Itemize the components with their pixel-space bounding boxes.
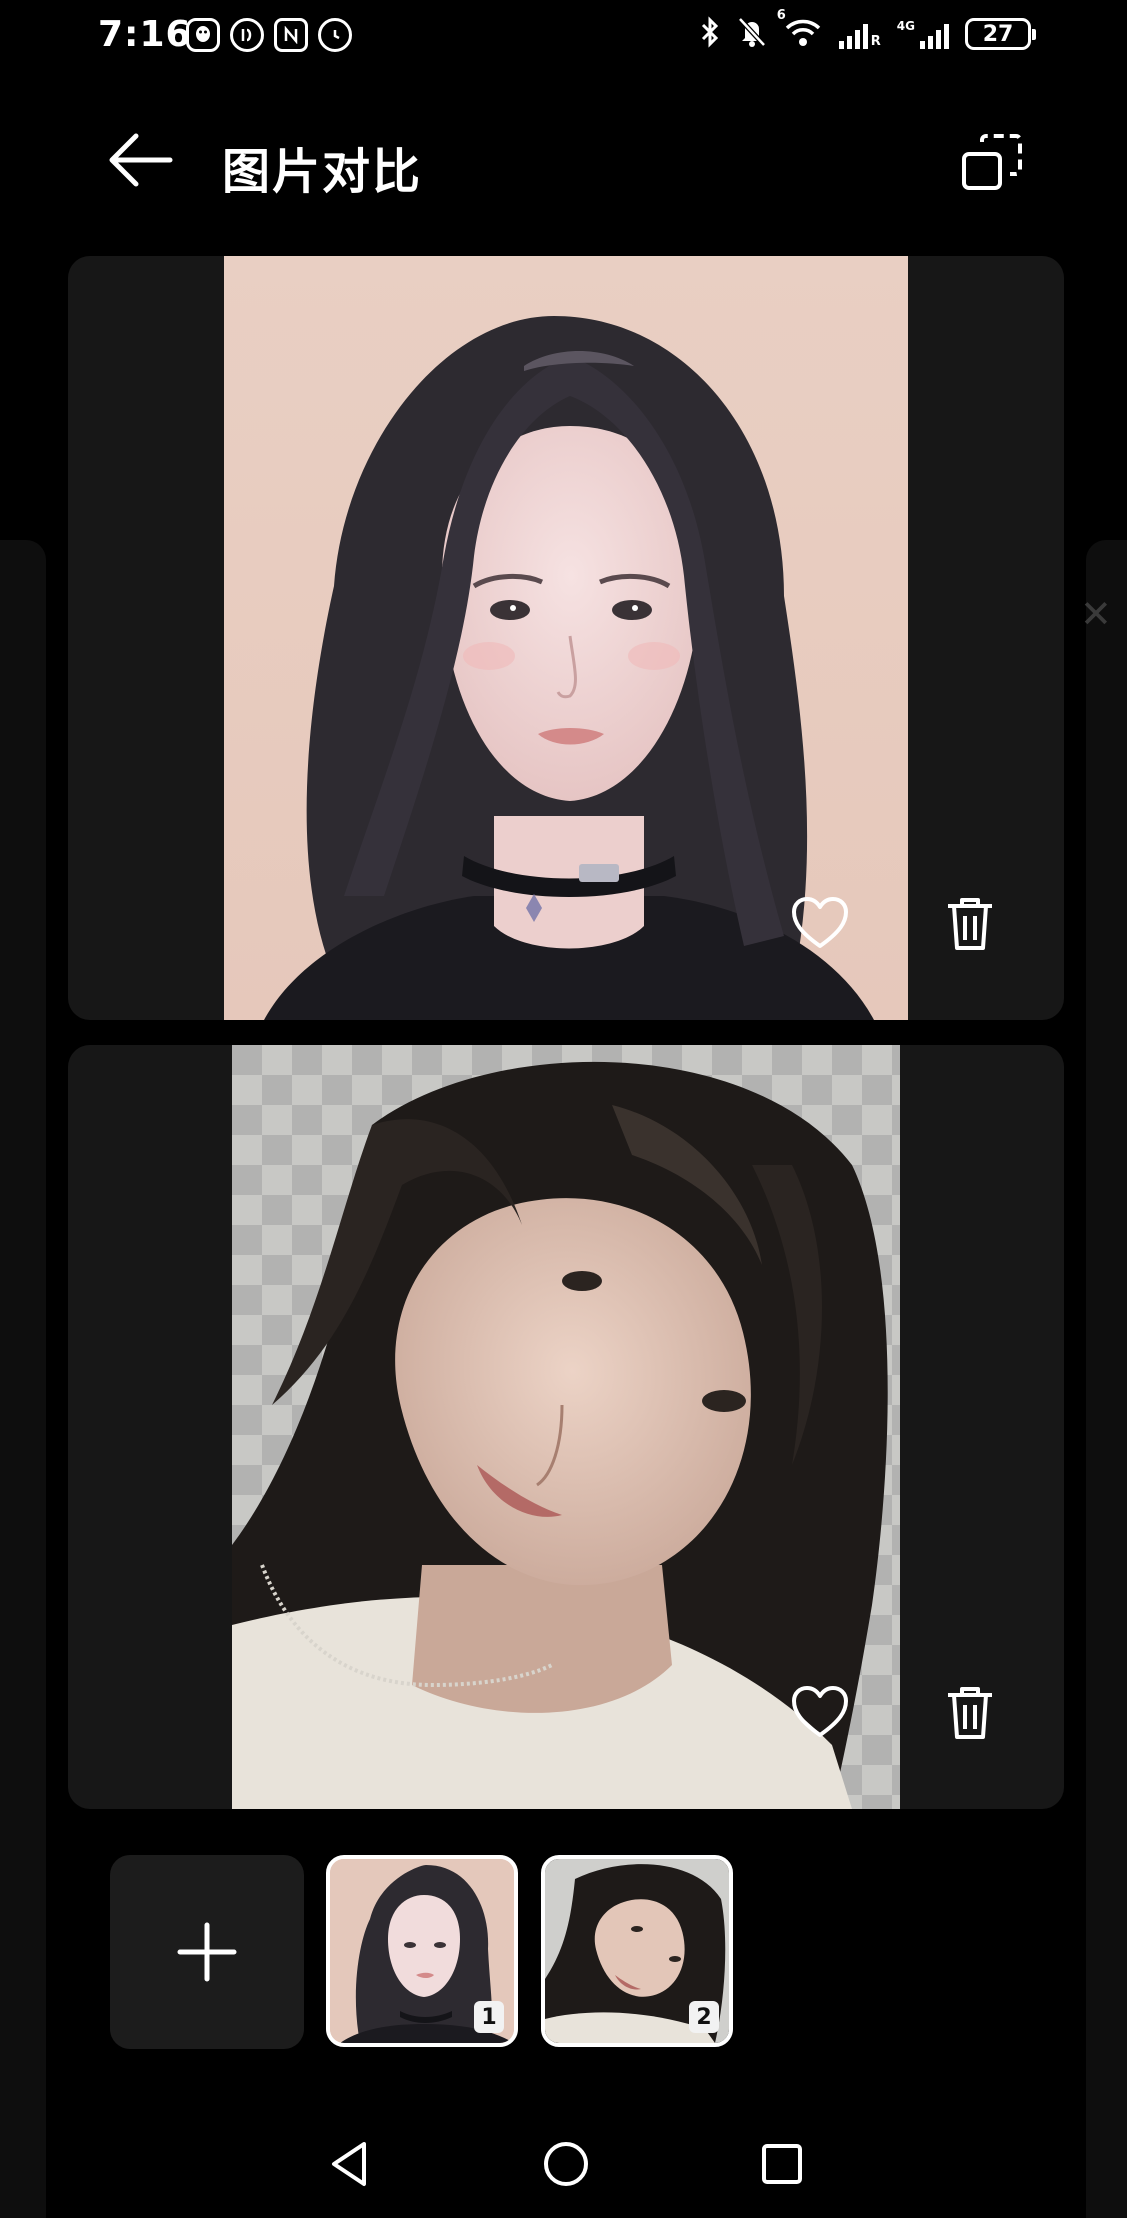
side-panel-right	[1086, 540, 1127, 2218]
wifi-label: 6	[776, 8, 786, 23]
circle-home-icon	[544, 2142, 588, 2186]
status-left-icons	[186, 18, 352, 52]
back-button[interactable]	[108, 130, 174, 190]
signal-4g-label: 4G	[896, 19, 915, 33]
mute-icon	[737, 16, 767, 52]
wifi-icon: 6	[777, 8, 823, 52]
nav-recent-button[interactable]	[752, 2134, 812, 2194]
app-header: 图片对比	[0, 110, 1127, 210]
square-recent-icon	[762, 2144, 802, 2184]
add-photo-button[interactable]	[110, 1855, 304, 2049]
nfc-icon	[274, 18, 308, 52]
system-nav-bar	[0, 2110, 1127, 2218]
delete-button-2[interactable]	[938, 1681, 1002, 1745]
delete-icon	[948, 1687, 992, 1739]
status-right-icons: 6 R 4G 27	[699, 8, 1036, 52]
bluetooth-icon	[699, 16, 721, 52]
page-title: 图片对比	[222, 144, 423, 200]
photo-card-2[interactable]	[68, 1045, 1064, 1809]
status-bar: 7:16 6 R 4G 27	[0, 0, 1127, 80]
thumbnail-1[interactable]: 1	[326, 1855, 518, 2047]
thumbnail-2[interactable]: 2	[541, 1855, 733, 2047]
close-icon: ✕	[1080, 592, 1112, 636]
favorite-icon	[792, 1686, 848, 1737]
thumbnail-1-badge: 1	[474, 2001, 504, 2033]
triangle-back-icon	[332, 2142, 366, 2186]
signal-icon: R	[838, 19, 881, 49]
nav-back-button[interactable]	[320, 2134, 380, 2194]
layout-switch-button[interactable]	[960, 132, 1024, 192]
side-panel-left	[0, 540, 46, 2218]
alarm-icon	[318, 18, 352, 52]
delete-icon	[948, 898, 992, 950]
sim1-label: R	[870, 34, 881, 49]
favorite-button-2[interactable]	[788, 1681, 852, 1745]
delete-button-1[interactable]	[938, 892, 1002, 956]
data-saver-icon	[230, 18, 264, 52]
plus-icon	[177, 1922, 237, 1982]
status-time: 7:16	[98, 14, 192, 55]
favorite-button-1[interactable]	[788, 892, 852, 956]
thumbnail-2-badge: 2	[689, 2001, 719, 2033]
battery-level: 27	[982, 21, 1014, 47]
battery-icon: 27	[965, 18, 1036, 50]
favorite-icon	[792, 897, 848, 948]
layout-switch-icon	[962, 134, 1022, 190]
arrow-left-icon	[109, 133, 173, 187]
nav-home-button[interactable]	[536, 2134, 596, 2194]
qq-icon	[186, 18, 220, 52]
photo-card-1[interactable]	[68, 256, 1064, 1020]
signal-4g-icon: 4G	[897, 19, 949, 49]
